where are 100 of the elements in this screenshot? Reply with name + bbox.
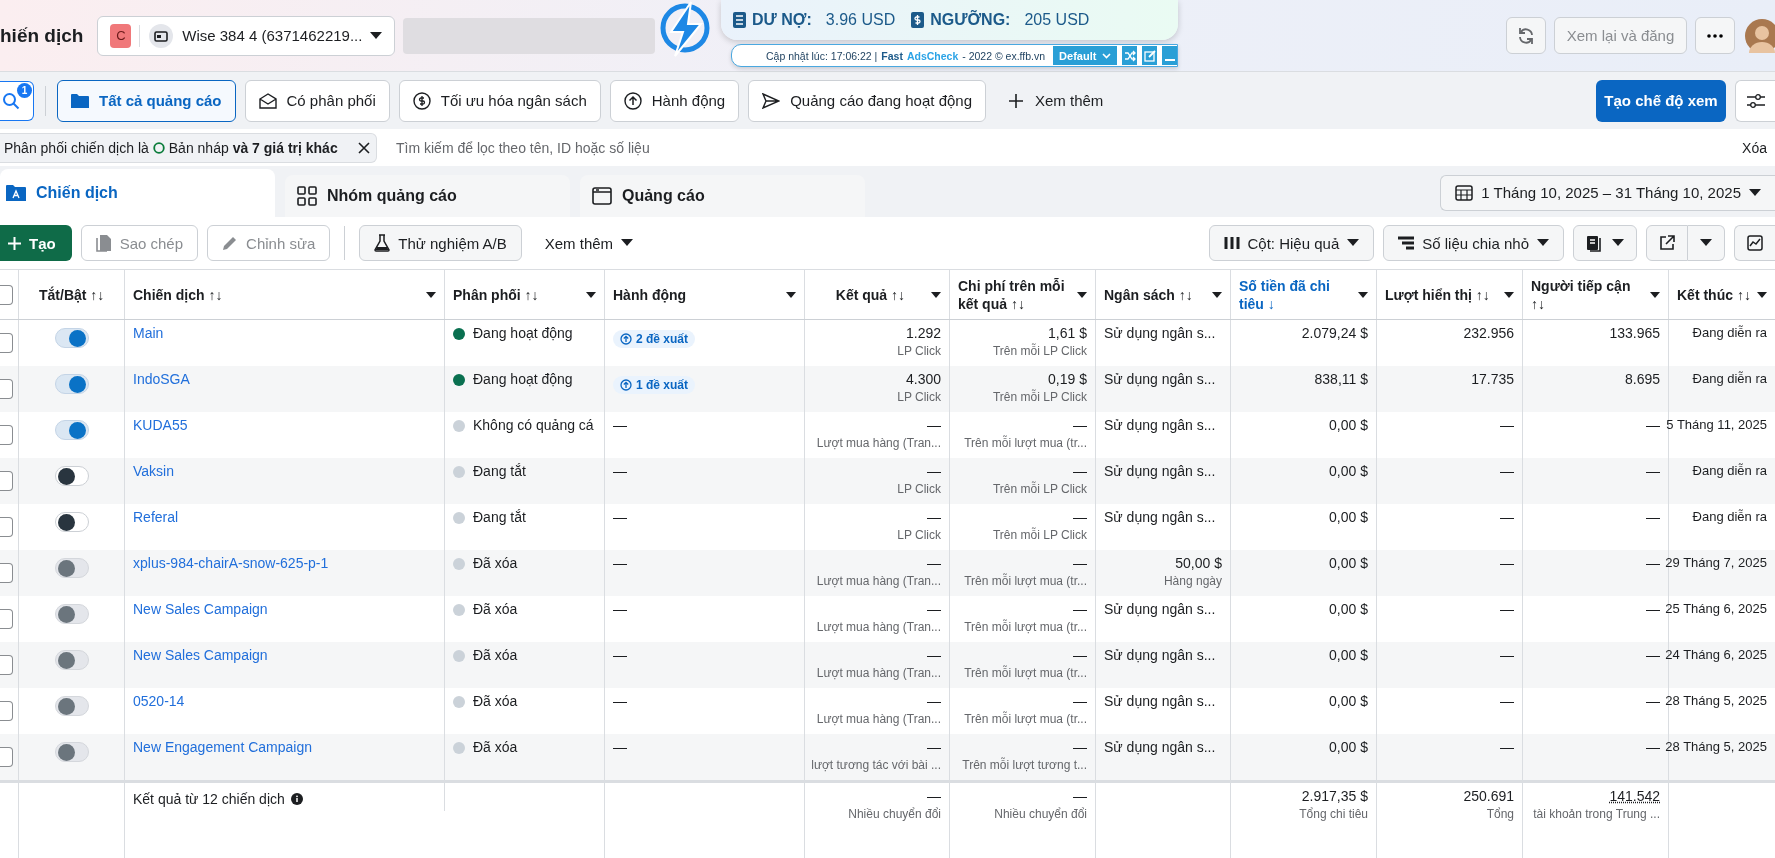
column-header[interactable]: Chi phí trên mỗi kết quả ↑↓ [958,276,1073,313]
account-icon [148,22,175,49]
notification-badge: 1 [17,82,32,98]
cost-caption: Trên mỗi lượt mua (tr... [964,666,1087,680]
column-header[interactable]: Chiến dịch ↑↓ [133,285,223,304]
shuffle-icon [1123,49,1136,62]
suggestion-pill[interactable]: 2 đề xuất [613,330,696,348]
column-header[interactable]: Số tiền đã chi tiêu ↓ [1239,276,1354,313]
refresh-icon [1517,26,1535,45]
table-row[interactable]: Vaksin Đang tắt — — LP Click — Trên mỗi LP Click Sử dụng ngân s... 0,00 $ — — Đang diễn ra [0,458,1775,504]
toggle-switch[interactable] [54,466,89,486]
filter-chip[interactable]: Có phân phối [244,79,390,122]
minimize-button[interactable] [1162,46,1177,65]
column-header[interactable]: Ngân sách ↑↓ [1104,285,1193,304]
more-button[interactable] [1695,17,1735,54]
reports-dropdown[interactable] [1573,225,1637,261]
result-value: — [927,463,941,479]
table-cell: 0,00 $ [1329,463,1368,479]
result-caption: Lượt mua hàng (Tran... [816,712,941,726]
result-caption: Nhiều chuyển đổi [848,807,941,821]
filter-tag[interactable]: Phân phối chiến dịch là Bản nháp và 7 giá trị khác [0,132,377,163]
caret-icon[interactable] [1504,291,1514,298]
column-header[interactable]: Người tiếp cận ↑↓ [1531,276,1646,313]
create-button[interactable]: Tạo [0,225,72,261]
toolbar-button[interactable]: Thử nghiệm A/B [359,225,522,261]
toggle-switch[interactable] [54,512,89,532]
filter-field: Phân phối chiến dịch là [4,139,149,156]
toggle-switch[interactable] [54,420,89,440]
column-header[interactable]: Tắt/Bật ↑↓ [39,285,105,304]
toggle-switch[interactable] [54,328,89,348]
column-header[interactable]: Lượt hiển thị ↑↓ [1385,285,1490,304]
caret-icon[interactable] [786,291,796,298]
create-view-button[interactable]: Tạo chế độ xem [1596,79,1726,122]
caret-icon[interactable] [426,291,436,298]
account-selector[interactable]: C Wise 384 4 (6371462219... [97,15,396,56]
campaign-link[interactable]: Referal [133,509,436,525]
row-checkbox[interactable] [0,425,13,445]
table-cell-text: — [613,693,628,709]
column-header[interactable]: Hành động [613,285,687,304]
caret-icon[interactable] [586,291,596,298]
filter-search-field[interactable]: Tìm kiếm để lọc theo tên, ID hoặc số liệu [394,138,1743,157]
column-header[interactable]: Phân phối ↑↓ [453,285,539,304]
cost-caption: Trên mỗi LP Click [992,528,1087,542]
chart-button[interactable] [1734,225,1775,261]
select-all-checkbox[interactable] [0,284,13,305]
columns-button[interactable]: Cột: Hiệu quả [1208,225,1375,261]
cost-value: — [1073,693,1087,709]
result-caption: Lượt mua hàng (Tran... [816,620,941,634]
suggestion-pill[interactable]: 1 đề xuất [613,376,696,394]
avatar[interactable] [1745,18,1775,53]
caret-icon[interactable] [931,291,941,298]
date-range-picker[interactable]: 1 Tháng 10, 2025 – 31 Tháng 10, 2025 [1440,174,1775,211]
clear-link[interactable]: Xóa [1742,139,1767,156]
draft-status-icon [152,141,165,154]
close-icon[interactable] [358,141,370,154]
edit-button[interactable] [1142,46,1158,65]
debt-value: 3.96 USD [825,11,896,29]
row-checkbox[interactable] [0,517,13,537]
export-menu-button[interactable] [1688,225,1725,261]
row-checkbox[interactable] [0,333,13,353]
caret-icon [370,31,383,40]
caret-icon[interactable] [1358,291,1368,298]
settings-button[interactable] [1735,79,1775,122]
toggle-switch[interactable] [54,374,89,394]
campaign-link[interactable]: KUDA55 [133,417,436,433]
campaign-link[interactable]: Main [133,325,436,341]
filter-chip[interactable]: Hành động [609,79,740,122]
tab[interactable]: Quảng cáo [580,175,865,217]
row-checkbox[interactable] [0,379,13,399]
delivery-status: Đang hoạt động [473,371,573,387]
refresh-button[interactable] [1506,17,1546,54]
tab[interactable]: Chiến dịch [0,169,275,217]
caret-icon[interactable] [1757,291,1767,298]
campaign-link[interactable]: Vaksin [133,463,436,479]
more-menu-button[interactable]: Xem thêm [530,225,648,261]
tab[interactable]: Nhóm quảng cáo [285,175,570,217]
caret-icon [621,239,634,247]
result-value: — [927,647,941,663]
page-title: hiến dịch [0,24,84,47]
shuffle-button[interactable] [1122,46,1138,65]
table-cell: 232.956 [1463,325,1514,341]
more-filters-button[interactable]: Xem thêm [1003,91,1110,110]
caret-icon[interactable] [1077,291,1087,298]
info-icon[interactable] [290,792,303,805]
caret-icon[interactable] [1212,291,1222,298]
column-header[interactable]: Kết quả ↑↓ [835,285,905,304]
campaign-link[interactable]: IndoSGA [133,371,436,387]
row-checkbox[interactable] [0,471,13,491]
column-header[interactable]: Kết thúc ↑↓ [1677,285,1751,304]
table-cell: 838,11 $ [1314,371,1368,387]
budget-value: Sử dụng ngân s... [1104,693,1217,709]
delivery-status: Đang tắt [473,463,526,479]
search-button[interactable]: 1 [0,80,34,121]
filter-chip[interactable]: Tối ưu hóa ngân sách [398,79,601,122]
breakdown-button[interactable]: Số liệu chia nhỏ [1383,225,1564,261]
table-row[interactable]: IndoSGA Đang hoạt động 1 đề xuất 4.300 LP Click 0,19 $ Trên mỗi LP Click Sử dụng ngân s... 838,11 $ 17.735 8.695 Đang diễn ra [0,366,1775,412]
caret-icon[interactable] [1650,291,1660,298]
export-button[interactable] [1646,225,1688,261]
filter-chip[interactable]: Quảng cáo đang hoạt động [748,79,986,122]
filter-chip[interactable]: Tất cả quảng cáo [57,79,236,122]
